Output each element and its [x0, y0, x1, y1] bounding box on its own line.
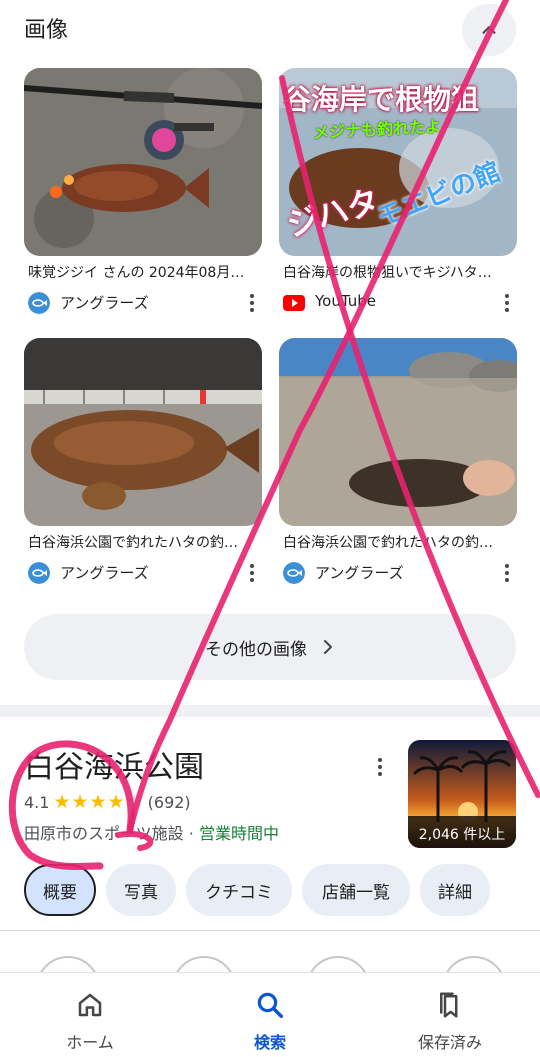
rating-value: 4.1 — [24, 792, 50, 812]
image-caption: 白谷海浜公園で釣れたハタの釣… — [283, 535, 493, 551]
image-thumbnail[interactable] — [24, 68, 262, 256]
images-section-header: 画像 — [0, 0, 540, 56]
nav-saved-label: 保存済み — [417, 1033, 482, 1052]
place-photo[interactable]: 2,046 件以上 — [408, 740, 516, 848]
tab-overview[interactable]: 概要 — [24, 864, 96, 916]
image-source-name: YouTube — [315, 292, 376, 310]
chevron-right-icon — [324, 640, 332, 654]
star-rating-icon: ★★★★★ — [53, 791, 144, 813]
image-source-row[interactable]: YouTube — [283, 290, 517, 314]
more-options-icon[interactable] — [497, 290, 517, 316]
images-section-title: 画像 — [24, 18, 69, 43]
search-icon — [252, 987, 288, 1023]
collapse-button[interactable] — [462, 4, 516, 56]
youtube-icon — [283, 295, 305, 311]
more-images-button[interactable]: その他の画像 — [24, 614, 516, 680]
nav-home-label: ホーム — [66, 1033, 114, 1052]
more-options-icon[interactable] — [497, 560, 517, 586]
more-options-icon[interactable] — [242, 560, 262, 586]
tab-reviews[interactable]: クチコミ — [186, 864, 292, 916]
image-source-row[interactable]: アングラーズ — [28, 560, 262, 584]
nav-search[interactable]: 検索 — [180, 973, 360, 1057]
image-source-name: アングラーズ — [60, 564, 149, 582]
separator-dot: · — [183, 824, 199, 843]
photo-count: 2,046 件以上 — [418, 827, 506, 843]
place-name[interactable]: 白谷海浜公園 — [24, 742, 204, 786]
nav-saved[interactable]: 保存済み — [360, 973, 540, 1057]
chevron-up-icon — [482, 26, 496, 34]
image-source-row[interactable]: アングラーズ — [283, 560, 517, 584]
image-result-card[interactable]: 白谷海浜公園で釣れたハタの釣… アングラーズ — [24, 338, 262, 588]
open-status: 営業時間中 — [198, 824, 279, 843]
place-category-row: 田原市のスポーツ施設 · 営業時間中 — [24, 820, 279, 844]
image-result-card[interactable]: 白谷海浜公園で釣れたハタの釣… アングラーズ — [279, 338, 517, 588]
image-source-name: アングラーズ — [315, 564, 404, 582]
image-source-name: アングラーズ — [60, 294, 149, 312]
section-divider — [0, 705, 540, 717]
image-result-card[interactable]: 谷海岸で根物狙 メジナも釣れたよ ジハタ モエビの館 白谷海岸の根物狙いでキジハ… — [279, 68, 517, 318]
tab-details[interactable]: 詳細 — [420, 864, 490, 916]
image-caption: 味覚ジジイ さんの 2024年08月… — [28, 265, 245, 281]
anglers-fish-icon — [283, 562, 305, 584]
place-more-options-icon[interactable] — [370, 754, 390, 780]
thumbnail-overlay-title: 谷海岸で根物狙 — [283, 83, 480, 116]
more-options-icon[interactable] — [242, 290, 262, 316]
bookmark-icon — [432, 987, 468, 1023]
nav-home[interactable]: ホーム — [0, 973, 180, 1057]
tab-photos[interactable]: 写真 — [106, 864, 176, 916]
place-category: 田原市のスポーツ施設 — [24, 824, 184, 843]
anglers-fish-icon — [28, 292, 50, 314]
image-caption: 白谷海岸の根物狙いでキジハタ… — [283, 265, 492, 281]
tab-divider — [0, 930, 540, 931]
tab-store-list[interactable]: 店舗一覧 — [302, 864, 410, 916]
image-source-row[interactable]: アングラーズ — [28, 290, 262, 314]
rating-row[interactable]: 4.1 ★★★★★ (692) — [24, 790, 191, 814]
nav-search-label: 検索 — [253, 1033, 286, 1052]
more-images-label: その他の画像 — [205, 639, 307, 660]
image-caption: 白谷海浜公園で釣れたハタの釣… — [28, 535, 238, 551]
image-thumbnail[interactable] — [24, 338, 262, 526]
image-result-card[interactable]: 味覚ジジイ さんの 2024年08月… アングラーズ — [24, 68, 262, 318]
review-count: (692) — [147, 792, 191, 812]
bottom-navigation: ホーム 検索 保存済み — [0, 972, 540, 1057]
image-thumbnail[interactable] — [279, 338, 517, 526]
anglers-fish-icon — [28, 562, 50, 584]
home-icon — [72, 987, 108, 1023]
